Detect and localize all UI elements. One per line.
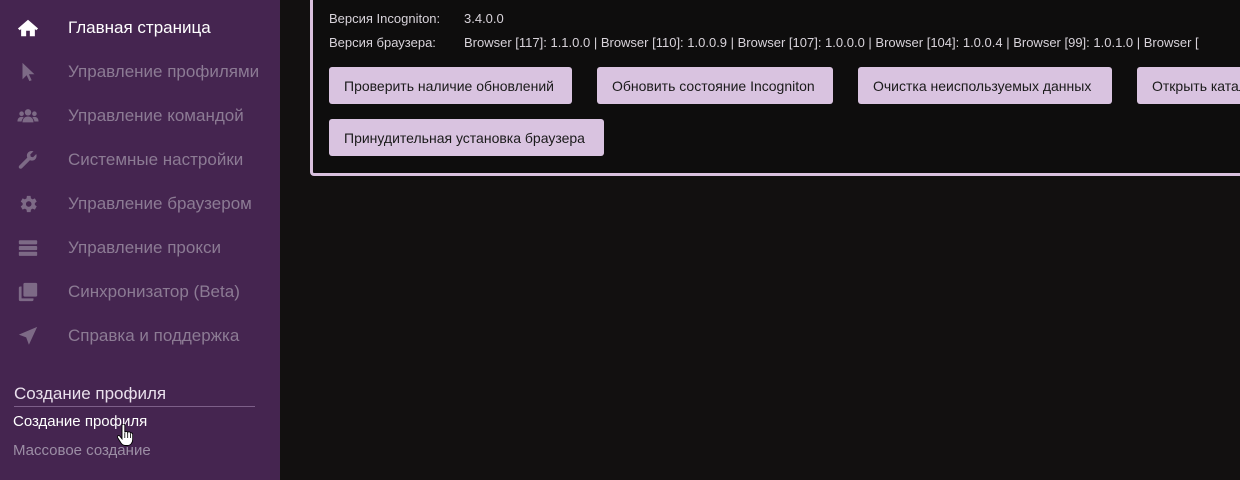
nav-label: Системные настройки: [68, 150, 244, 169]
nav-help[interactable]: Справка и поддержка: [0, 314, 280, 358]
section-divider: [14, 406, 255, 407]
browser-version-label: Версия браузера:: [329, 35, 436, 50]
sidebar: Главная страница Управление профилями Уп…: [0, 0, 280, 480]
wrench-icon: [16, 148, 40, 172]
nav-browser[interactable]: Управление браузером: [0, 182, 280, 226]
home-icon: [16, 16, 40, 40]
nav-team[interactable]: Управление командой: [0, 94, 280, 138]
version-value: 3.4.0.0: [464, 11, 504, 26]
version-label: Версия Incogniton:: [329, 11, 441, 26]
nav-proxy[interactable]: Управление прокси: [0, 226, 280, 270]
nav-profiles[interactable]: Управление профилями: [0, 50, 280, 94]
nav-label: Справка и поддержка: [68, 326, 240, 345]
cleanup-data-button[interactable]: Очистка неиспользуемых данных: [858, 67, 1112, 104]
cursor-icon: [16, 60, 40, 84]
nav-label: Синхронизатор (Beta): [68, 282, 240, 301]
force-install-browser-button[interactable]: Принудительная установка браузера: [329, 119, 604, 156]
open-folder-button[interactable]: Открыть каталог: [1137, 67, 1240, 104]
nav-label: Главная страница: [68, 18, 211, 37]
nav-home[interactable]: Главная страница: [0, 6, 280, 50]
section-title: Создание профиля: [14, 384, 167, 403]
refresh-state-button[interactable]: Обновить состояние Incogniton: [597, 67, 833, 104]
nav-label: Управление прокси: [68, 238, 221, 257]
nav-label: Управление браузером: [68, 194, 252, 213]
nav-sync[interactable]: Синхронизатор (Beta): [0, 270, 280, 314]
copy-icon: [16, 280, 40, 304]
server-icon: [16, 236, 40, 260]
gear-icon: [16, 192, 40, 216]
paper-plane-icon: [16, 324, 40, 348]
hand-cursor-icon: [117, 424, 133, 446]
check-updates-button[interactable]: Проверить наличие обновлений: [329, 67, 572, 104]
nav-settings[interactable]: Системные настройки: [0, 138, 280, 182]
nav-label: Управление профилями: [68, 62, 260, 81]
users-icon: [16, 104, 40, 128]
browser-version-value: Browser [117]: 1.1.0.0 | Browser [110]: …: [464, 35, 1199, 50]
nav-label: Управление командой: [68, 106, 244, 125]
